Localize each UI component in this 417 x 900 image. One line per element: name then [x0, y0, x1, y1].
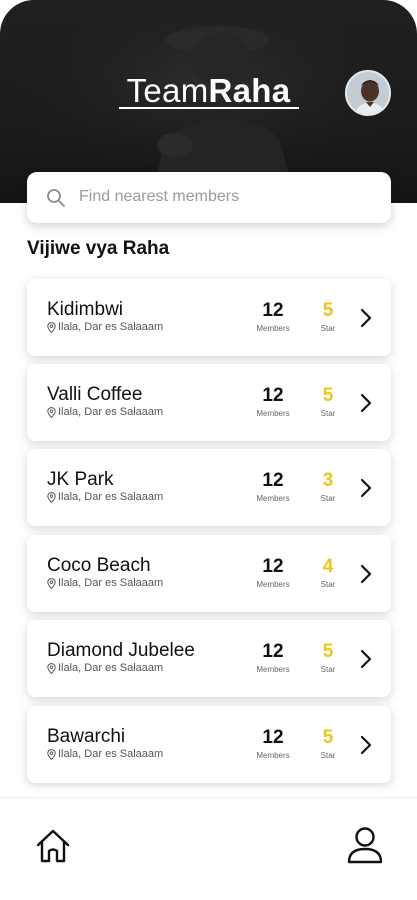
item-location: Ilala, Dar es Salaaam [47, 662, 163, 674]
item-location-text: Ilala, Dar es Salaaam [58, 406, 164, 418]
list-item[interactable]: Diamond Jubelee Ilala, Dar es Salaaam 12… [27, 620, 391, 697]
location-pin-icon [47, 406, 56, 418]
item-location-text: Ilala, Dar es Salaaam [58, 491, 164, 503]
item-name: Kidimbwi [47, 299, 124, 320]
chevron-right-icon[interactable] [359, 477, 373, 499]
star-rating: 4 [322, 556, 334, 577]
location-pin-icon [47, 662, 56, 674]
members-label: Members [256, 409, 290, 418]
item-location: Ilala, Dar es Salaaam [47, 406, 163, 418]
star-label: Star [320, 580, 336, 589]
item-location: Ilala, Dar es Salaaam [47, 748, 163, 760]
chevron-right-icon[interactable] [359, 392, 373, 414]
item-name: Valli Coffee [47, 384, 143, 405]
star-label: Star [320, 409, 336, 418]
brand-raha: Raha [208, 72, 291, 109]
members-count: 12 [262, 556, 284, 577]
list-item[interactable]: Kidimbwi Ilala, Dar es Salaaam 12 Member… [27, 279, 391, 356]
section-title: Vijiwe vya Raha [27, 238, 170, 259]
home-icon[interactable] [34, 828, 72, 864]
brand-team: Team [126, 72, 209, 109]
star-label: Star [320, 324, 336, 333]
list-item[interactable]: Coco Beach Ilala, Dar es Salaaam 12 Memb… [27, 535, 391, 612]
list-fade [0, 783, 417, 797]
item-location: Ilala, Dar es Salaaam [47, 321, 163, 333]
chevron-right-icon[interactable] [359, 734, 373, 756]
members-label: Members [256, 751, 290, 760]
members-label: Members [256, 665, 290, 674]
item-location-text: Ilala, Dar es Salaaam [58, 577, 164, 589]
star-rating: 5 [322, 727, 334, 748]
members-label: Members [256, 324, 290, 333]
item-name: JK Park [47, 469, 114, 490]
chevron-right-icon[interactable] [359, 563, 373, 585]
star-rating: 5 [322, 641, 334, 662]
avatar[interactable] [345, 70, 391, 116]
location-pin-icon [47, 321, 56, 333]
star-label: Star [320, 494, 336, 503]
location-pin-icon [47, 577, 56, 589]
members-label: Members [256, 580, 290, 589]
search-input[interactable] [79, 182, 379, 212]
star-rating: 5 [322, 385, 334, 406]
brand-underline [119, 107, 299, 109]
list-item[interactable]: Valli Coffee Ilala, Dar es Salaaam 12 Me… [27, 364, 391, 441]
chevron-right-icon[interactable] [359, 648, 373, 670]
item-location-text: Ilala, Dar es Salaaam [58, 662, 164, 674]
members-count: 12 [262, 727, 284, 748]
location-pin-icon [47, 748, 56, 760]
item-location-text: Ilala, Dar es Salaaam [58, 321, 164, 333]
members-count: 12 [262, 641, 284, 662]
star-label: Star [320, 751, 336, 760]
members-label: Members [256, 494, 290, 503]
members-count: 12 [262, 300, 284, 321]
user-icon[interactable] [346, 826, 384, 864]
star-label: Star [320, 665, 336, 674]
location-pin-icon [47, 491, 56, 503]
item-location-text: Ilala, Dar es Salaaam [58, 748, 164, 760]
list-item[interactable]: JK Park Ilala, Dar es Salaaam 12 Members… [27, 449, 391, 526]
members-count: 12 [262, 470, 284, 491]
item-name: Bawarchi [47, 726, 126, 747]
search-bar[interactable] [27, 172, 391, 223]
search-icon [47, 189, 65, 207]
item-location: Ilala, Dar es Salaaam [47, 491, 163, 503]
item-name: Coco Beach [47, 555, 151, 576]
item-location: Ilala, Dar es Salaaam [47, 577, 163, 589]
chevron-right-icon[interactable] [359, 307, 373, 329]
bottom-nav [0, 797, 417, 900]
item-name: Diamond Jubelee [47, 640, 195, 661]
list-item[interactable]: Bawarchi Ilala, Dar es Salaaam 12 Member… [27, 706, 391, 783]
star-rating: 3 [322, 470, 334, 491]
members-count: 12 [262, 385, 284, 406]
star-rating: 5 [322, 300, 334, 321]
